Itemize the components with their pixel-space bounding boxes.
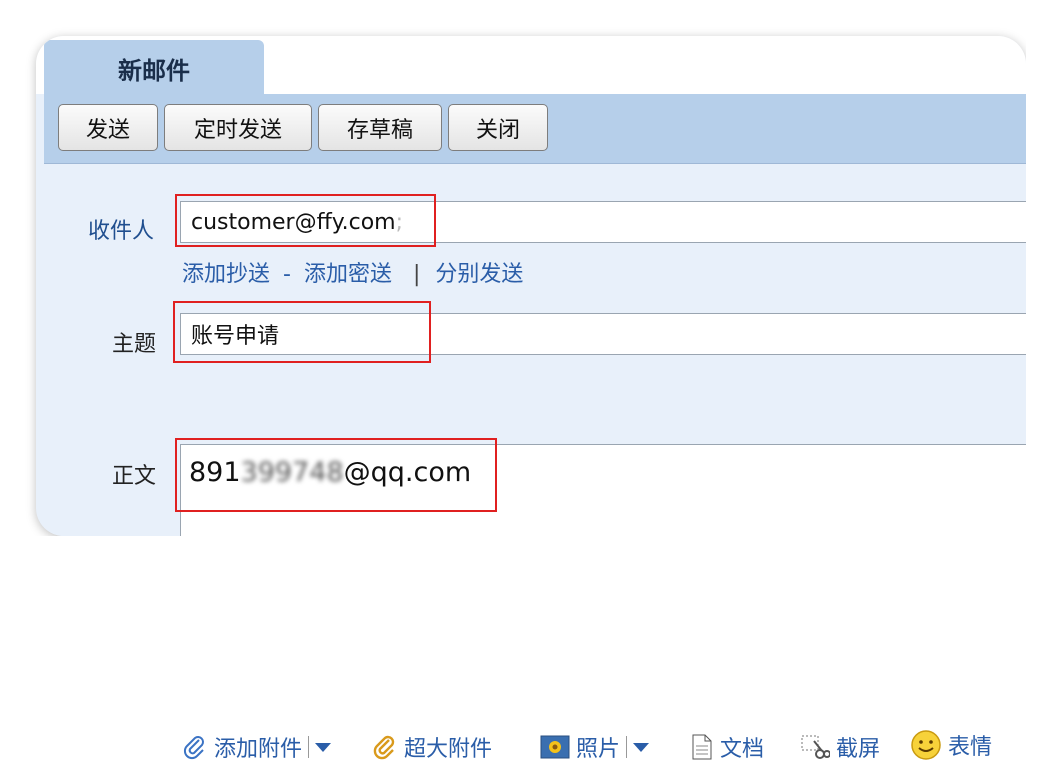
recipient-links: 添加抄送 - 添加密送 | 分别发送 bbox=[182, 256, 529, 288]
large-attachment-button[interactable]: 超大附件 bbox=[372, 731, 492, 763]
add-cc-link[interactable]: 添加抄送 bbox=[182, 262, 270, 287]
scheduled-send-button[interactable]: 定时发送 bbox=[164, 104, 312, 151]
add-attachment-button[interactable]: 添加附件 bbox=[182, 731, 332, 763]
bottom-margin bbox=[0, 536, 1062, 572]
gold-paperclip-icon bbox=[372, 734, 398, 760]
links-divider: | bbox=[412, 262, 421, 287]
photo-icon bbox=[540, 734, 570, 760]
document-button[interactable]: 文档 bbox=[690, 731, 764, 763]
screenshot-label: 截屏 bbox=[836, 737, 881, 762]
highlight-recipient bbox=[175, 194, 436, 247]
recipient-label: 收件人 bbox=[88, 219, 155, 244]
add-bcc-link[interactable]: 添加密送 bbox=[304, 262, 392, 287]
highlight-body bbox=[175, 438, 497, 512]
photo-divider bbox=[626, 736, 628, 758]
smiley-icon bbox=[910, 729, 942, 761]
large-attachment-label: 超大附件 bbox=[404, 737, 493, 762]
add-attachment-divider bbox=[308, 736, 310, 758]
add-attachment-label: 添加附件 bbox=[214, 737, 303, 762]
right-margin bbox=[1026, 0, 1062, 572]
emoji-label: 表情 bbox=[948, 735, 993, 760]
chevron-down-icon[interactable] bbox=[633, 742, 650, 752]
save-draft-button[interactable]: 存草稿 bbox=[318, 104, 442, 151]
document-label: 文档 bbox=[720, 737, 765, 762]
chevron-down-icon[interactable] bbox=[315, 742, 332, 752]
photo-label: 照片 bbox=[576, 737, 621, 762]
document-icon bbox=[690, 733, 714, 761]
toolbar: 发送 定时发送 存草稿 关闭 bbox=[44, 94, 1026, 164]
send-button[interactable]: 发送 bbox=[58, 104, 158, 151]
tab-new-mail[interactable]: 新邮件 bbox=[44, 40, 264, 96]
separate-send-link[interactable]: 分别发送 bbox=[435, 262, 523, 287]
attachment-toolbar: 添加附件 超大附件 照片 文档 截屏 表情 bbox=[0, 345, 1062, 762]
close-button[interactable]: 关闭 bbox=[448, 104, 548, 151]
scissors-icon bbox=[800, 733, 830, 761]
photo-button[interactable]: 照片 bbox=[540, 731, 650, 763]
paperclip-icon bbox=[182, 734, 208, 760]
tab-bar: 新邮件 bbox=[36, 36, 1026, 96]
links-dash: - bbox=[283, 262, 291, 287]
screenshot-button[interactable]: 截屏 bbox=[800, 731, 880, 763]
emoji-button[interactable]: 表情 bbox=[910, 729, 992, 761]
body-label: 正文 bbox=[112, 464, 157, 489]
